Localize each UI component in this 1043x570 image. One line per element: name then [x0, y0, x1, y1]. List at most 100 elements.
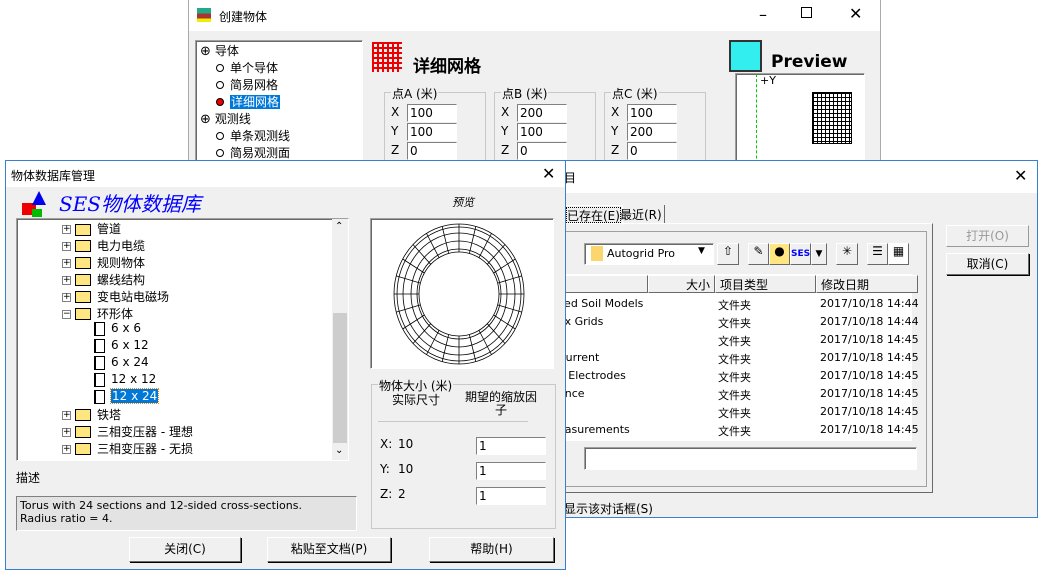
torus-section-line [468, 226, 477, 254]
tree-item[interactable]: 6 x 24 [94, 355, 149, 371]
close-button[interactable]: ✕ [542, 164, 555, 183]
file-row[interactable]: easurements 文件夹 2017/10/18 14:45 [558, 421, 919, 439]
chevron-down-icon[interactable]: ▼ [698, 246, 705, 256]
tree-item[interactable]: 单条观测线 [210, 127, 290, 144]
file-list[interactable]: 大小 项目类型 修改日期 ced Soil Models 文件夹 2017/10/1… [557, 274, 919, 441]
coord-x-input[interactable]: 200 [517, 104, 567, 122]
coord-z-input[interactable]: 0 [407, 142, 457, 160]
y-axis-label: +Y [760, 74, 776, 87]
object-type-tree[interactable]: ⊕ 导体 单个导体 简易网格 详细网格 ⊕ 观测线 单条观测线 简易观测面 [195, 40, 363, 180]
expand-icon[interactable]: + [62, 275, 71, 285]
tree-item[interactable]: + 管道 [62, 220, 121, 236]
edit-button[interactable]: ✎ [748, 243, 769, 265]
coord-y-input[interactable]: 200 [627, 123, 677, 141]
file-row[interactable]: ced Soil Models 文件夹 2017/10/18 14:44 [558, 295, 919, 313]
tree-item[interactable]: − 环形体 [62, 305, 133, 321]
tree-item[interactable]: 详细网格 [210, 93, 281, 110]
maximize-button[interactable] [801, 7, 812, 18]
column-header-name[interactable] [558, 275, 648, 293]
expand-icon[interactable]: + [62, 225, 71, 234]
tree-item[interactable]: + 规则物体 [62, 254, 145, 270]
close-button[interactable]: ✕ [849, 4, 862, 23]
expand-icon[interactable]: + [62, 241, 71, 251]
show-dialog-checkbox-label[interactable]: 显示该对话框(S) [564, 500, 653, 517]
file-row[interactable]: ance 文件夹 2017/10/18 14:45 [558, 385, 919, 403]
close-button-bottom[interactable]: 关闭(C) [129, 537, 241, 562]
scroll-thumb[interactable] [333, 313, 347, 443]
file-row[interactable]: ex Grids 文件夹 2017/10/18 14:44 [558, 313, 919, 331]
tree-item[interactable]: + 螺线结构 [62, 271, 145, 287]
coord-y-input[interactable]: 100 [517, 123, 567, 141]
list-view-button[interactable]: ☰ [867, 243, 888, 265]
minimize-button[interactable]: – [759, 5, 767, 24]
scrollbar[interactable]: ⌃ ⌄ [332, 219, 348, 460]
file-row[interactable]: 文件夹 2017/10/18 14:45 [558, 403, 919, 421]
file-name: e Electrodes [558, 369, 626, 382]
tree-item[interactable]: + 变电站电磁场 [62, 288, 169, 304]
expand-icon[interactable]: + [62, 444, 71, 454]
tree-item[interactable]: 6 x 6 [94, 321, 141, 337]
tab-recent[interactable]: 最近(R) [618, 205, 665, 224]
tree-item[interactable]: ⊕ 导体 [200, 42, 239, 59]
radio-icon [216, 64, 224, 72]
tree-item[interactable]: 6 x 12 [94, 338, 149, 354]
tree-item[interactable]: + 铁塔 [62, 406, 121, 422]
tree-item[interactable]: + 三相变压器 - 无损 [62, 440, 193, 456]
scale-factor-input[interactable]: 1 [476, 487, 546, 505]
coord-z-input[interactable]: 0 [627, 142, 677, 160]
scale-factor-input[interactable]: 1 [476, 462, 546, 480]
coord-z-input[interactable]: 0 [517, 142, 567, 160]
favorites-button[interactable]: ● [769, 243, 790, 265]
coord-x-input[interactable]: 100 [407, 104, 457, 122]
scroll-down-arrow[interactable]: ⌄ [335, 445, 343, 456]
axis-label: X: [380, 437, 393, 451]
tab-existing[interactable]: 已存在(E) [564, 205, 623, 225]
tree-item-label: 12 x 24 [109, 388, 160, 404]
file-row[interactable]: 1文件夹2017/10/18 14:45 [558, 331, 919, 349]
expand-icon[interactable]: + [62, 292, 71, 302]
column-header-type[interactable]: 项目类型 [715, 275, 816, 293]
tree-item[interactable]: 简易网格 [210, 76, 278, 93]
object-tree[interactable]: ⌃ ⌄ + 管道 + 电力电缆 + 规则物体 + 螺线结构 + 变电站电磁场 − 环形体 6 x 6 6 … [16, 218, 349, 461]
tree-item[interactable]: 单个导体 [210, 59, 278, 76]
tree-item[interactable]: + 电力电缆 [62, 237, 145, 253]
column-header-date[interactable]: 修改日期 [816, 275, 918, 293]
tree-item[interactable]: 12 x 12 [94, 372, 156, 388]
panel-title: 详细网格 [413, 57, 481, 77]
file-type: 文件夹 [718, 407, 751, 420]
new-folder-button[interactable]: ✳ [836, 243, 858, 265]
folder-icon [75, 426, 91, 439]
folder-combo[interactable]: Autogrid Pro ▼ [584, 243, 714, 265]
open-button[interactable]: 打开(O) [946, 225, 1029, 247]
file-row[interactable]: e Electrodes 文件夹 2017/10/18 14:45 [558, 367, 919, 385]
tree-item[interactable]: 简易观测面 [210, 144, 290, 161]
file-type: 文件夹 [718, 317, 751, 330]
paste-to-document-button[interactable]: 粘贴至文档(P) [267, 537, 391, 562]
tree-item[interactable]: ⊕ 观测线 [200, 110, 251, 127]
axis-label: Z [391, 143, 400, 157]
axis-label: Y [501, 124, 509, 138]
torus-ring [418, 251, 500, 337]
filename-input[interactable] [584, 447, 917, 470]
cancel-button[interactable]: 取消(C) [946, 253, 1029, 275]
help-button[interactable]: 帮助(H) [429, 537, 554, 562]
radio-icon [216, 149, 224, 157]
collapse-icon[interactable]: − [62, 309, 71, 319]
up-folder-button[interactable]: ⇧ [717, 243, 739, 265]
scale-factor-input[interactable]: 1 [476, 437, 546, 455]
expand-icon[interactable]: + [62, 258, 71, 268]
tree-item[interactable]: + 三相变压器 - 理想 [62, 423, 193, 439]
file-row[interactable]: Current 文件夹 2017/10/18 14:45 [558, 349, 919, 367]
expand-icon[interactable]: + [62, 427, 71, 437]
expand-icon[interactable]: + [62, 410, 71, 420]
details-view-button[interactable]: ▦ [888, 243, 909, 265]
torus-section-line [441, 226, 450, 254]
coord-x-input[interactable]: 100 [627, 104, 677, 122]
coord-y-input[interactable]: 100 [407, 123, 457, 141]
close-button[interactable]: ✕ [1014, 166, 1027, 185]
ses-dropdown[interactable]: ▼ [811, 243, 827, 265]
ses-button[interactable]: SES [790, 243, 811, 265]
scroll-up-arrow[interactable]: ⌃ [335, 221, 343, 232]
column-header-size[interactable]: 大小 [648, 275, 715, 293]
tree-item[interactable]: 12 x 24 [94, 388, 160, 405]
